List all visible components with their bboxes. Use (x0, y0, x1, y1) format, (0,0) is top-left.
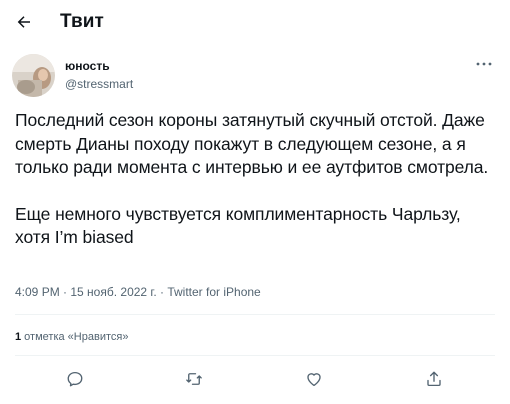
tweet-source[interactable]: Twitter for iPhone (167, 285, 260, 299)
reply-icon (67, 371, 83, 387)
tweet-actions (0, 366, 510, 392)
avatar[interactable] (12, 53, 55, 97)
meta-separator: · (59, 285, 71, 299)
tweet-time[interactable]: 4:09 PM (15, 285, 60, 299)
likes-count[interactable]: 1 отметка «Нравится» (15, 331, 128, 343)
author-display-name[interactable]: юность (65, 59, 133, 74)
likes-label: отметка «Нравится» (21, 331, 129, 343)
tweet-metadata: 4:09 PM · 15 нояб. 2022 г. · Twitter for… (15, 285, 261, 299)
arrow-left-icon (17, 16, 30, 28)
more-horizontal-icon (476, 62, 492, 66)
share-button[interactable] (423, 368, 445, 390)
author-handle[interactable]: @stressmart (65, 76, 133, 92)
divider (15, 314, 495, 315)
divider (15, 355, 495, 356)
like-button[interactable] (303, 368, 325, 390)
more-button[interactable] (472, 56, 496, 72)
tweet-author: юность @stressmart (12, 53, 133, 97)
retweet-button[interactable] (183, 368, 205, 390)
tweet-paragraph: Последний сезон короны затянутый скучный… (15, 110, 489, 177)
retweet-icon (186, 373, 202, 385)
back-button[interactable] (10, 8, 38, 36)
tweet-date[interactable]: 15 нояб. 2022 г. (70, 285, 156, 299)
page-title: Твит (60, 11, 104, 32)
like-heart-icon (307, 373, 321, 387)
reply-button[interactable] (64, 368, 86, 390)
top-bar: Твит (0, 0, 510, 44)
share-icon (427, 371, 441, 387)
tweet-text: Последний сезон короны затянутый скучный… (15, 109, 500, 250)
tweet-paragraph: Еще немного чувствуется комплиментарност… (15, 203, 461, 248)
meta-separator: · (156, 285, 168, 299)
